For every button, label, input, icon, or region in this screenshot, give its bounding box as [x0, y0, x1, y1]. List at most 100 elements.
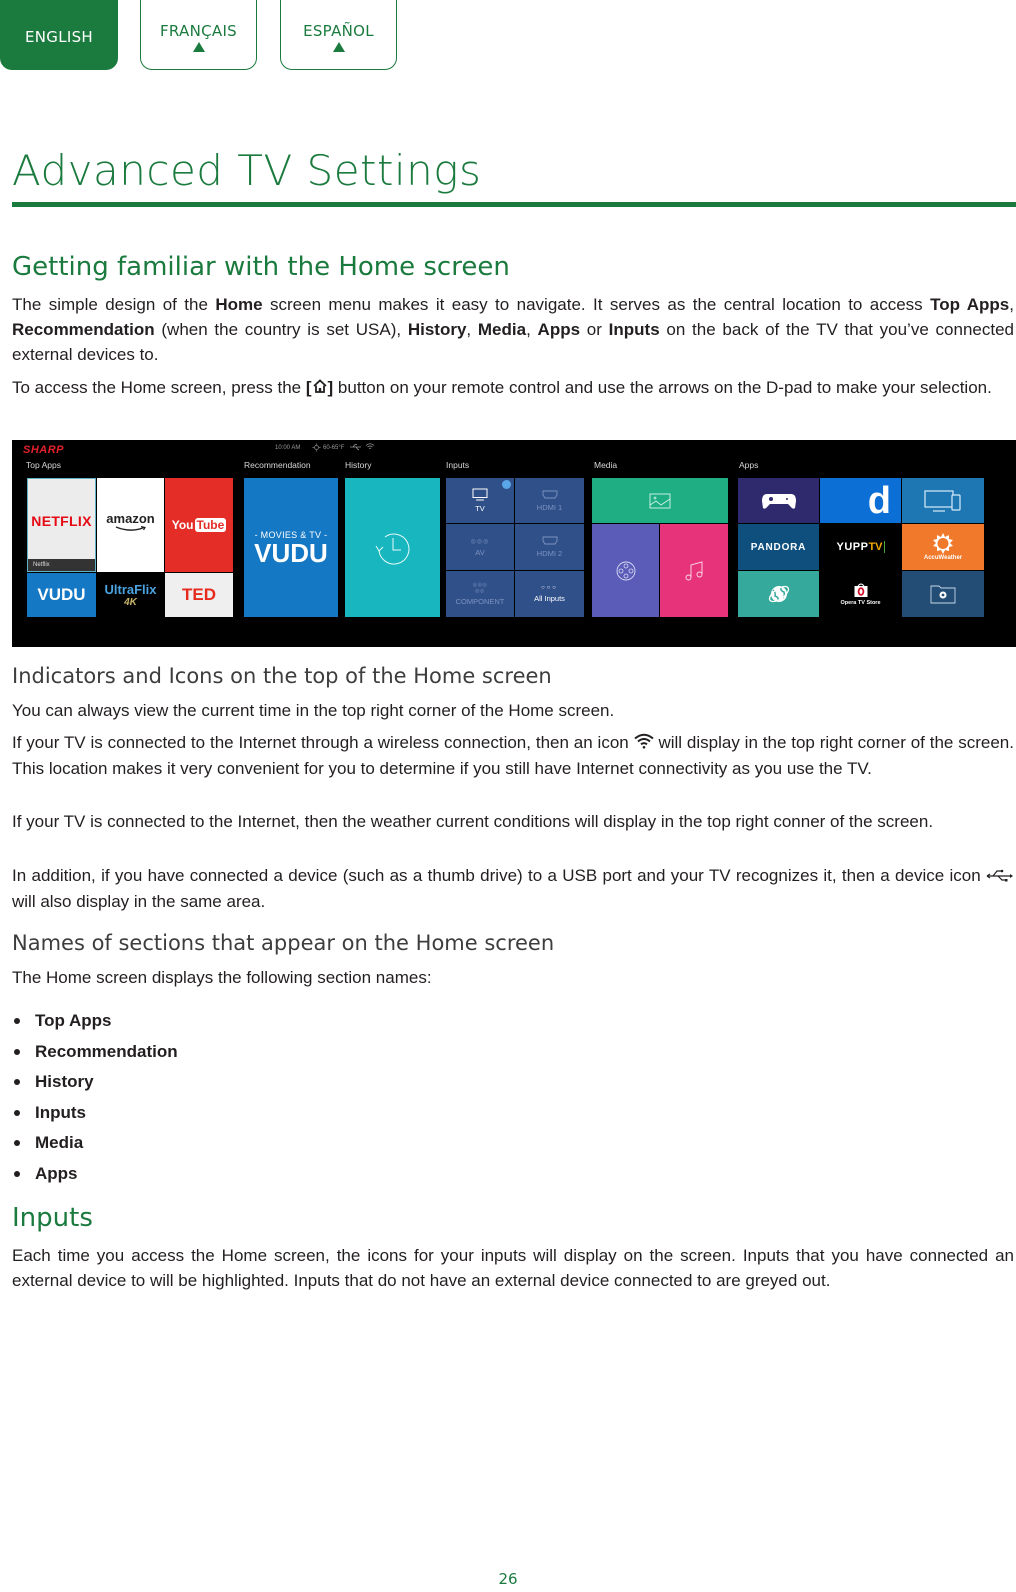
- tv-weather: 60-65°F: [323, 445, 345, 451]
- page-title: Advanced TV Settings: [12, 146, 482, 195]
- triangle-up-icon: [332, 42, 345, 52]
- tv-input-icon: [472, 488, 488, 501]
- paragraph-section-names-intro: The Home screen displays the following s…: [12, 968, 432, 987]
- bullet-icon: [14, 1170, 20, 1177]
- tab-espanol-label: ESPAÑOL: [303, 22, 374, 40]
- bold-term: Top Apps: [930, 295, 1010, 314]
- folder-settings-icon: [930, 585, 956, 604]
- text: will also display in the same area.: [12, 892, 266, 912]
- bullet-icon: [14, 1079, 20, 1086]
- input-label: HDMI 2: [536, 549, 563, 558]
- opera-bag-icon: [854, 583, 867, 597]
- text: To access the Home screen, press the: [12, 378, 306, 397]
- paragraph-home-intro: The simple design of the Home screen men…: [12, 292, 1014, 367]
- tile-amazon[interactable]: amazon: [97, 478, 164, 572]
- tile-app-settings-folder[interactable]: [902, 571, 984, 617]
- ultraflix-logo: UltraFlix: [104, 582, 157, 597]
- dailymotion-logo: d: [867, 479, 891, 522]
- amazon-logo: amazon: [106, 510, 155, 526]
- text: If your TV is connected to the Internet …: [12, 733, 634, 752]
- tile-app-yupptv[interactable]: YUPP TV: [820, 524, 901, 570]
- opera-label: Opera TV Store: [840, 600, 881, 606]
- tile-app-pandora[interactable]: PANDORA: [738, 524, 819, 570]
- input-tile-hdmi1[interactable]: HDMI 1: [515, 478, 584, 523]
- text: ,: [526, 320, 538, 339]
- tile-youtube[interactable]: You Tube: [165, 478, 233, 572]
- tile-history[interactable]: [345, 478, 440, 617]
- paragraph-usb: In addition, if you have connected a dev…: [12, 863, 1014, 914]
- tv-section-inputs: Inputs: [446, 460, 470, 470]
- text: ,: [466, 320, 478, 339]
- input-tile-tv[interactable]: TV: [446, 478, 514, 523]
- input-label: AV: [475, 547, 485, 557]
- tile-app-screen-share[interactable]: [902, 478, 984, 523]
- netflix-logo: NETFLIX: [31, 513, 92, 529]
- hdmi-icon: [542, 536, 557, 545]
- triangle-up-icon: [192, 42, 205, 52]
- bold-term: Recommendation: [12, 320, 155, 339]
- list-item-label: History: [35, 1072, 94, 1092]
- ultraflix-4k: 4K: [124, 597, 137, 608]
- tile-recommendation-vudu[interactable]: - MOVIES & TV - VUDU: [244, 478, 338, 617]
- sun-icon: [933, 533, 953, 554]
- tile-app-games[interactable]: [738, 478, 819, 523]
- tile-media-music[interactable]: [660, 524, 728, 617]
- paragraph-inputs: Each time you access the Home screen, th…: [12, 1246, 1014, 1290]
- tile-app-browser[interactable]: [738, 571, 819, 617]
- input-tile-hdmi2[interactable]: HDMI 2: [515, 524, 584, 570]
- netflix-caption: Netflix: [28, 559, 95, 571]
- youtube-logo-you: You: [171, 518, 194, 532]
- paragraph-wifi: If your TV is connected to the Internet …: [12, 730, 1014, 781]
- section-heading-home-screen: Getting familiar with the Home screen: [12, 252, 510, 282]
- bold-term: Apps: [537, 320, 581, 339]
- pandora-logo: PANDORA: [750, 541, 807, 553]
- list-item: History: [12, 1067, 178, 1098]
- wifi-icon: [365, 442, 375, 453]
- list-item-label: Recommendation: [35, 1041, 178, 1061]
- input-tile-component[interactable]: ◎◎◎ ◎◎ COMPONENT: [446, 571, 514, 617]
- tile-app-accuweather[interactable]: AccuWeather: [902, 524, 984, 570]
- input-tile-all-inputs[interactable]: ○○○ All Inputs: [515, 571, 584, 617]
- wifi-icon: [633, 731, 654, 756]
- tv-section-media: Media: [594, 460, 618, 470]
- bold-term: History: [407, 320, 467, 339]
- tab-english-label: ENGLISH: [24, 28, 93, 46]
- text: ,: [1009, 295, 1014, 314]
- tile-ultraflix[interactable]: UltraFlix 4K: [97, 573, 164, 617]
- film-reel-icon: [616, 561, 635, 580]
- tile-netflix[interactable]: NETFLIX Netflix: [27, 478, 96, 572]
- hdmi-icon: [542, 490, 557, 498]
- tile-media-photos[interactable]: [592, 478, 728, 523]
- tab-francais[interactable]: FRANÇAIS: [140, 0, 257, 70]
- bullet-icon: [14, 1048, 20, 1055]
- check-icon: [502, 480, 511, 489]
- tile-app-dailymotion[interactable]: d: [820, 478, 901, 523]
- photo-icon: [649, 493, 671, 508]
- bullet-icon: [14, 1140, 20, 1147]
- tv-section-apps: Apps: [739, 460, 759, 470]
- section-heading-inputs: Inputs: [12, 1203, 93, 1233]
- tab-francais-label: FRANÇAIS: [159, 22, 237, 40]
- tile-vudu[interactable]: VUDU: [27, 573, 96, 617]
- ted-logo: TED: [182, 585, 216, 604]
- input-label: HDMI 1: [536, 502, 563, 512]
- list-item-label: Media: [35, 1133, 84, 1153]
- list-item: Inputs: [12, 1098, 178, 1129]
- bold-term: Inputs: [608, 320, 660, 339]
- tile-media-video[interactable]: [592, 524, 659, 617]
- paragraph-weather: If your TV is connected to the Internet,…: [12, 812, 934, 831]
- list-item-label: Top Apps: [35, 1011, 112, 1031]
- weather-icon: [312, 443, 321, 454]
- input-tile-av[interactable]: ◎◎◎ AV: [446, 524, 514, 570]
- tab-english[interactable]: ENGLISH: [0, 0, 118, 70]
- history-clock-icon: [375, 533, 409, 565]
- tile-ted[interactable]: TED: [165, 573, 233, 617]
- usb-icon: [350, 443, 362, 453]
- tile-app-opera-store[interactable]: Opera TV Store: [820, 571, 901, 617]
- tv-time: 10:00 AM: [275, 445, 301, 451]
- amazon-smile-icon: [115, 525, 146, 531]
- tab-espanol[interactable]: ESPAÑOL: [280, 0, 397, 70]
- tv-section-history: History: [345, 460, 372, 470]
- input-label: COMPONENT: [455, 597, 505, 606]
- section-heading-section-names: Names of sections that appear on the Hom…: [12, 931, 555, 955]
